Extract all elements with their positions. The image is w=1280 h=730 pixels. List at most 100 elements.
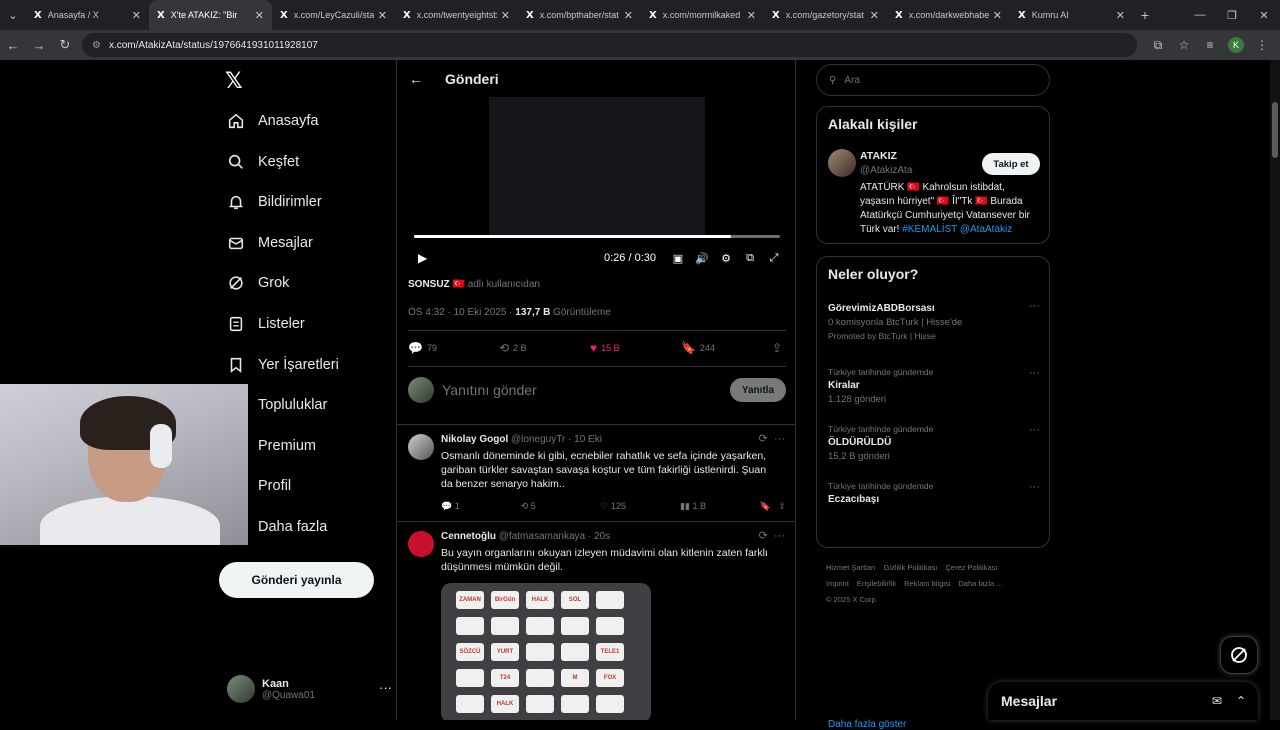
footer-link[interactable]: Gizlilik Politikası	[884, 563, 938, 572]
grok-icon[interactable]: ⟳	[759, 530, 768, 542]
more-dots-icon[interactable]: ···	[774, 530, 785, 542]
footer-link[interactable]: Çerez Politikası	[945, 563, 997, 572]
more-dots-icon[interactable]: ···	[379, 680, 392, 695]
browser-tab[interactable]: Xx.com/bpthaber/stat ✕	[518, 0, 641, 30]
install-app-icon[interactable]: ⧉	[1145, 38, 1171, 53]
play-icon[interactable]: ▶	[418, 251, 427, 265]
more-dots-icon[interactable]: ···	[1029, 481, 1040, 493]
volume-icon[interactable]: 🔊	[690, 252, 714, 265]
pip-icon[interactable]: ⧉	[738, 252, 762, 265]
menu-dots-icon[interactable]: ⋮	[1249, 38, 1275, 52]
trend-item[interactable]: Türkiye tarihinde gündemde ÖLDÜRÜLDÜ 15,2 …	[828, 424, 1040, 462]
minimize-icon[interactable]: —	[1184, 9, 1216, 21]
reply-tweet[interactable]: Nikolay Gogol @loneguyTr · 10 Eki ⟳ ··· …	[397, 424, 795, 522]
browser-tab[interactable]: X Kumru AI ✕	[1010, 0, 1133, 30]
bookmark-icon[interactable]: 🔖	[760, 501, 771, 512]
site-info-icon[interactable]: ⚙	[92, 40, 101, 51]
show-more-link[interactable]: Daha fazla göster	[828, 719, 906, 730]
captions-icon[interactable]: ▣	[666, 252, 690, 265]
browser-tab[interactable]: Xx.com/darkwebhaber ✕	[887, 0, 1010, 30]
like-button[interactable]: ♡ 125	[600, 501, 680, 512]
trend-item[interactable]: Türkiye tarihinde gündemde Kiralar 1.128 g…	[828, 367, 1040, 405]
restore-icon[interactable]: ❐	[1216, 9, 1248, 22]
reply-input[interactable]: Yanıtını gönder	[442, 382, 537, 398]
share-icon[interactable]: ⇪	[778, 501, 786, 512]
back-icon[interactable]: ←	[0, 38, 26, 53]
close-tab-icon[interactable]: ✕	[870, 9, 879, 22]
browser-tab[interactable]: X Anasayfa / X ✕	[26, 0, 149, 30]
browser-tab[interactable]: Xx.com/gazetory/stat ✕	[764, 0, 887, 30]
tab-search-button[interactable]: ⌄	[0, 0, 26, 30]
more-dots-icon[interactable]: ···	[774, 433, 785, 445]
settings-icon[interactable]: ⚙	[714, 252, 738, 265]
browser-tab[interactable]: Xx.com/mormilkaked ✕	[641, 0, 764, 30]
sidebar-item-mail[interactable]: Mesajlar	[226, 230, 313, 256]
close-tab-icon[interactable]: ✕	[1116, 9, 1125, 22]
close-tab-icon[interactable]: ✕	[132, 9, 141, 22]
repost-button[interactable]: ⟲ 5	[521, 501, 601, 512]
source-name[interactable]: SONSUZ	[408, 279, 450, 290]
bio-link[interactable]: #KEMALİST @AtaAtakiz	[902, 224, 1012, 235]
footer-link[interactable]: Reklam bilgisi	[904, 579, 950, 588]
video-progress-bar[interactable]	[414, 235, 780, 238]
close-tab-icon[interactable]: ✕	[624, 9, 633, 22]
close-tab-icon[interactable]: ✕	[747, 9, 756, 22]
reply-button[interactable]: 💬 79	[408, 341, 499, 355]
more-dots-icon[interactable]: ···	[1029, 424, 1040, 436]
footer-link[interactable]: © 2025 X Corp.	[826, 595, 878, 604]
browser-tab[interactable]: X X'te ATAKIZ: "Bir ✕	[149, 0, 272, 30]
bookmark-star-icon[interactable]: ☆	[1171, 38, 1197, 52]
trend-item[interactable]: Türkiye tarihinde gündemde Eczacıbaşı ···	[828, 481, 1040, 505]
new-tab-button[interactable]: +	[1133, 7, 1157, 23]
media-control-icon[interactable]: ≡	[1197, 38, 1223, 52]
reply-button[interactable]: 💬 1	[441, 501, 521, 512]
reload-icon[interactable]: ↻	[52, 37, 78, 53]
more-dots-icon[interactable]: ···	[1029, 300, 1040, 312]
browser-tab[interactable]: Xx.com/LeyCazuli/stat ✕	[272, 0, 395, 30]
sidebar-item-search[interactable]: Keşfet	[226, 149, 299, 175]
trend-item[interactable]: GörevimizABDBorsası 0 komisyonla BtcTurk …	[828, 300, 1040, 341]
sidebar-item-bookmark[interactable]: Yer İşaretleri	[226, 352, 339, 378]
back-arrow-icon[interactable]: ←	[409, 71, 427, 87]
close-tab-icon[interactable]: ✕	[993, 9, 1002, 22]
views-button[interactable]: ▮▮ 1 B	[680, 501, 760, 512]
share-button[interactable]: ⇪	[772, 341, 786, 355]
sidebar-item-bell[interactable]: Bildirimler	[226, 189, 322, 215]
close-tab-icon[interactable]: ✕	[378, 9, 387, 22]
repost-button[interactable]: ⟲ 2 B	[499, 341, 590, 355]
search-input[interactable]: ⚲ Ara	[816, 64, 1050, 96]
post-button[interactable]: Gönderi yayınla	[219, 562, 374, 598]
scrollbar[interactable]	[1270, 60, 1280, 720]
sidebar-item-home[interactable]: Anasayfa	[226, 108, 318, 134]
close-tab-icon[interactable]: ✕	[255, 9, 264, 22]
reply-tweet[interactable]: Cennetoğlu @fatmasamankaya · 20s ⟳ ··· B…	[397, 521, 795, 720]
x-logo-icon[interactable]: 𝕏	[225, 69, 243, 94]
reply-submit-button[interactable]: Yanıtla	[730, 378, 786, 402]
address-bar[interactable]: ⚙ x.com/AtakizAta/status/197664193101192…	[82, 33, 1137, 57]
account-switcher[interactable]: Kaan @Quawa01 ···	[227, 674, 392, 704]
fullscreen-icon[interactable]: ⤢	[762, 252, 786, 265]
browser-tab[interactable]: Xx.com/twentyeightsb ✕	[395, 0, 518, 30]
expand-icon[interactable]: ⌃	[1236, 694, 1246, 708]
footer-link[interactable]: Erişilebilirlik	[857, 579, 896, 588]
sidebar-item-grok[interactable]: Grok	[226, 270, 289, 296]
close-window-icon[interactable]: ✕	[1248, 9, 1280, 22]
sidebar-item-label: Yer İşaretleri	[258, 356, 339, 373]
messages-drawer[interactable]: Mesajlar ✉ ⌃	[988, 682, 1258, 720]
footer-link[interactable]: Imprint	[826, 579, 849, 588]
new-message-icon[interactable]: ✉	[1212, 694, 1222, 708]
sidebar-item-list[interactable]: Listeler	[226, 311, 305, 337]
profile-avatar[interactable]: K	[1228, 37, 1244, 53]
footer-link[interactable]: Daha fazla ...	[958, 579, 1002, 588]
like-button[interactable]: ♥ 15 B	[590, 341, 681, 355]
grok-floating-button[interactable]	[1220, 636, 1258, 674]
more-dots-icon[interactable]: ···	[1029, 367, 1040, 379]
footer-link[interactable]: Hizmet Şartları	[826, 563, 876, 572]
grok-icon[interactable]: ⟳	[759, 433, 768, 445]
forward-icon[interactable]: →	[26, 38, 52, 53]
bookmark-button[interactable]: 🔖 244	[681, 341, 772, 355]
tweet-image[interactable]: ZAMAN BirGün HALK SOL SÖZCÜ YURT TELE1 T24 M FOX H…	[441, 583, 651, 720]
post-time[interactable]: ÖS 4:32 · 10 Eki 2025 ·	[408, 307, 515, 318]
follow-button[interactable]: Takip et	[982, 153, 1040, 175]
close-tab-icon[interactable]: ✕	[501, 9, 510, 22]
